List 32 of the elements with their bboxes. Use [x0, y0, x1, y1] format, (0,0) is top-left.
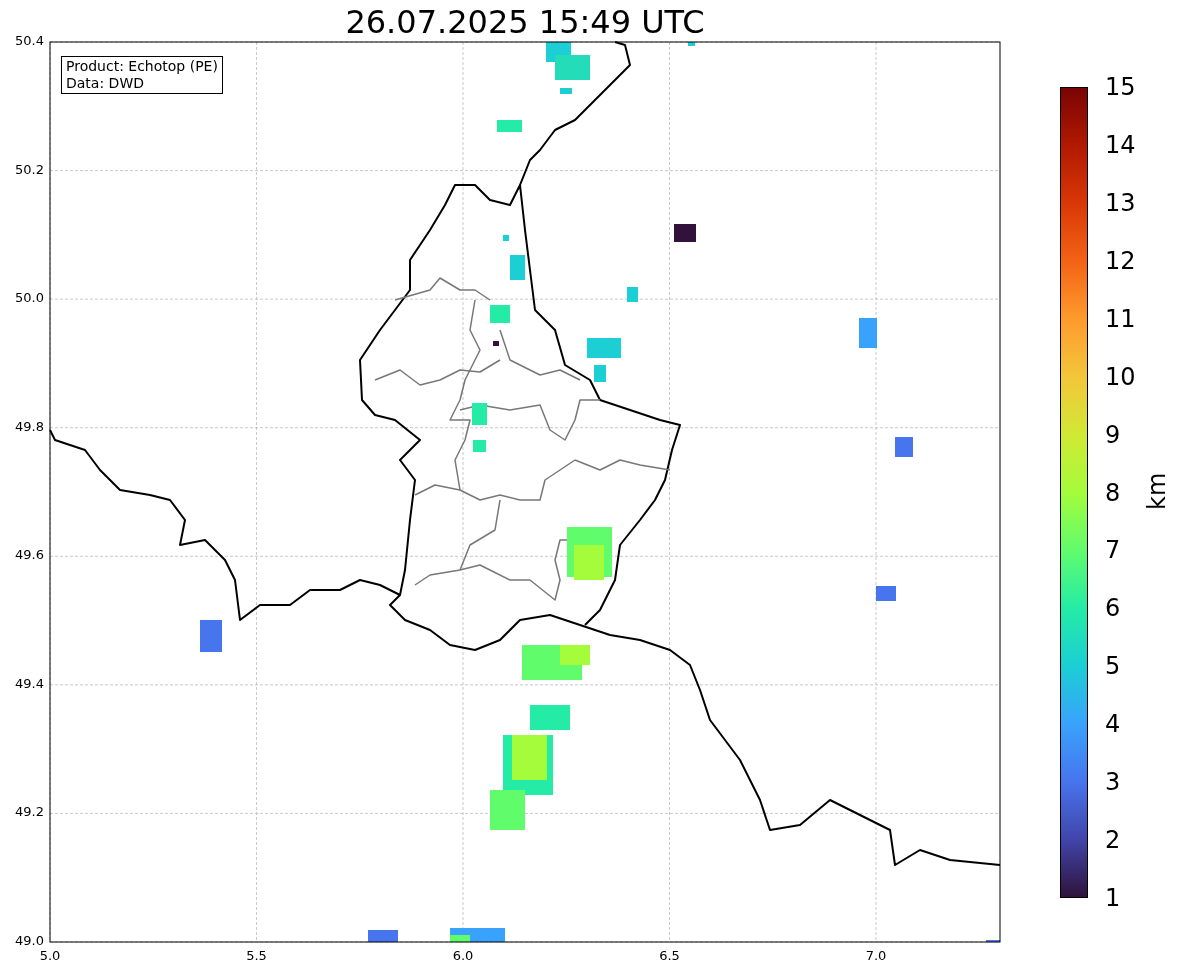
colorbar-tick-label: 3	[1105, 768, 1121, 797]
colorbar-label: km	[1142, 476, 1172, 510]
colorbar-tick-label: 4	[1105, 710, 1121, 739]
x-axis-tick-label: 6.5	[658, 948, 681, 964]
y-axis-tick-label: 50.2	[14, 161, 44, 178]
y-axis-tick-label: 49.0	[14, 933, 44, 949]
x-axis-tick-label: 5.5	[245, 948, 268, 964]
colorbar-tick-label: 14	[1105, 130, 1136, 159]
y-axis-tick-label: 49.4	[14, 675, 44, 692]
colorbar-tick-label: 15	[1105, 73, 1136, 101]
y-axis-tick-label: 49.8	[14, 418, 44, 435]
colorbar-tick-label: 6	[1105, 594, 1121, 623]
info-text: Product: Echotop (PE)	[66, 58, 218, 75]
x-axis-tick-label: 5.0	[38, 948, 62, 964]
colorbar-tick-label: 7	[1105, 536, 1121, 565]
colorbar-tick-label: 8	[1105, 478, 1121, 507]
colorbar-tick-label: 12	[1105, 246, 1136, 275]
colorbar-tick-label: 5	[1105, 652, 1121, 681]
x-axis-tick-label: 6.0	[451, 948, 475, 964]
y-axis-tick-label: 50.0	[14, 290, 44, 307]
colorbar-tick-label: 10	[1105, 362, 1136, 391]
colorbar-tick-label: 9	[1105, 420, 1121, 449]
y-axis-tick-label: 49.6	[14, 547, 44, 564]
colorbar-tick-label: 1	[1105, 884, 1121, 912]
colorbar-tick-label: 2	[1105, 826, 1121, 855]
y-axis-tick-label: 49.2	[14, 804, 44, 821]
colorbar-tick-label: 11	[1105, 304, 1136, 333]
info-text: Data: DWD	[66, 75, 145, 92]
y-axis-tick-label: 50.4	[14, 33, 44, 49]
colorbar-tick-label: 13	[1105, 188, 1136, 217]
chart-title: 26.07.2025 15:49 UTC	[344, 2, 706, 42]
x-axis-tick-label: 7.0	[864, 948, 888, 964]
